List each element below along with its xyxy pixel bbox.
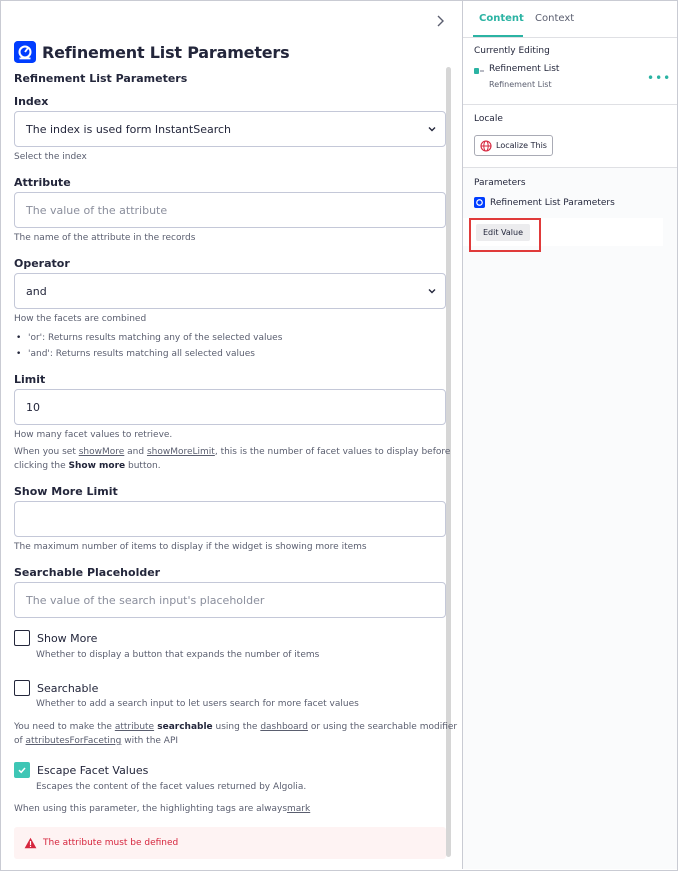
chevron-down-icon <box>428 127 436 132</box>
escape-facet-values-checkbox[interactable] <box>14 762 30 778</box>
collapse-panel-button[interactable] <box>435 15 445 31</box>
searchable-note-text: with the API <box>121 736 179 746</box>
searchable-bold: searchable <box>154 722 213 732</box>
dashboard-link[interactable]: dashboard <box>260 722 308 732</box>
algolia-logo-icon <box>474 197 485 208</box>
searchable-note-text: using the <box>212 722 261 732</box>
limit-help: How many facet values to retrieve. <box>14 430 173 440</box>
show-more-limit-label: Show More Limit <box>14 485 118 498</box>
limit-help-text: clicking the <box>14 461 69 471</box>
operator-select[interactable]: and <box>14 273 446 309</box>
escape-facet-values-checkbox-row[interactable]: Escape Facet Values <box>14 762 148 778</box>
operator-bullet-and: 'and': Returns results matching all sele… <box>16 349 255 359</box>
limit-label: Limit <box>14 373 46 386</box>
show-more-checkbox-row[interactable]: Show More <box>14 630 97 646</box>
searchable-checkbox[interactable] <box>14 680 30 696</box>
sidebar: Content Context Currently Editing Refine… <box>462 1 677 869</box>
more-dots-icon[interactable]: ••• <box>647 71 671 85</box>
escape-note-text: When using this parameter, the highlight… <box>14 804 288 814</box>
page-title: Refinement List Parameters <box>14 41 290 63</box>
searchable-help: Whether to add a search input to let use… <box>36 699 359 709</box>
edit-value-button[interactable]: Edit Value <box>476 224 530 241</box>
escape-facet-values-label: Escape Facet Values <box>37 763 149 777</box>
chevron-right-icon <box>437 15 444 27</box>
searchable-note-text: You need to make the <box>14 722 115 732</box>
operator-help: How the facets are combined <box>14 314 147 324</box>
currently-editing-sub: Refinement List <box>489 80 552 89</box>
searchable-placeholder-label: Searchable Placeholder <box>14 566 161 579</box>
locale-title: Locale <box>474 114 503 124</box>
searchable-label: Searchable <box>37 681 99 695</box>
show-more-label: Show More <box>37 631 98 645</box>
component-icon <box>474 68 484 74</box>
index-select-value: The index is used form InstantSearch <box>26 122 231 136</box>
searchable-checkbox-row[interactable]: Searchable <box>14 680 98 696</box>
attribute-input[interactable]: The value of the attribute <box>14 192 446 228</box>
index-select[interactable]: The index is used form InstantSearch <box>14 111 446 147</box>
show-more-limit-help: The maximum number of items to display i… <box>14 542 367 552</box>
limit-help-detail: When you set showMore and showMoreLimit,… <box>14 447 450 457</box>
escape-note: When using this parameter, the highlight… <box>14 804 310 814</box>
limit-input[interactable]: 10 <box>14 389 446 425</box>
mark-link[interactable]: mark <box>287 804 310 814</box>
searchable-note-text: or using the searchable modifier <box>307 722 458 732</box>
operator-bullet-or: 'or': Returns results matching any of th… <box>16 333 282 343</box>
algolia-logo-icon <box>14 41 36 63</box>
parameters-editor: Refinement List Parameters Refinement Li… <box>1 1 462 869</box>
error-message: The attribute must be defined <box>43 838 179 848</box>
parameters-item[interactable]: Refinement List Parameters <box>474 197 615 208</box>
section-subtitle: Refinement List Parameters <box>14 72 188 85</box>
check-icon <box>18 767 26 774</box>
searchable-placeholder-placeholder: The value of the search input's placehol… <box>26 593 265 607</box>
limit-help-detail-line2: clicking the Show more button. <box>14 461 161 471</box>
globe-icon <box>480 139 492 152</box>
tab-context[interactable]: Context <box>535 13 574 24</box>
attribute-label: Attribute <box>14 176 71 189</box>
page-title-text: Refinement List Parameters <box>42 42 290 62</box>
sidebar-tabs: Content Context <box>463 1 677 38</box>
limit-help-text: and <box>124 447 147 457</box>
tab-content[interactable]: Content <box>479 13 524 24</box>
operator-label: Operator <box>14 257 70 270</box>
warning-icon <box>24 837 37 849</box>
operator-select-value: and <box>26 284 47 298</box>
index-help: Select the index <box>14 152 87 162</box>
parameters-item-label: Refinement List Parameters <box>490 197 615 208</box>
limit-help-text: , this is the number of facet values to … <box>214 447 451 457</box>
currently-editing-title: Currently Editing <box>474 46 550 56</box>
searchable-note: You need to make the attribute searchabl… <box>14 722 457 732</box>
searchable-placeholder-input[interactable]: The value of the search input's placehol… <box>14 582 446 618</box>
show-more-limit-input[interactable] <box>14 501 446 537</box>
attribute-link[interactable]: attribute <box>115 722 154 732</box>
attributes-for-faceting-link[interactable]: attributesForFaceting <box>26 736 122 746</box>
active-tab-indicator <box>473 35 523 37</box>
parameters-title: Parameters <box>474 178 526 188</box>
limit-help-text: button. <box>125 461 161 471</box>
currently-editing-name[interactable]: Refinement List <box>489 64 559 74</box>
error-banner: The attribute must be defined <box>14 827 446 859</box>
showmorelimit-link[interactable]: showMoreLimit <box>147 447 215 457</box>
searchable-note-line2: of attributesForFaceting with the API <box>14 736 178 746</box>
limit-value: 10 <box>26 400 40 414</box>
localize-this-label: Localize This <box>496 141 547 150</box>
show-more-checkbox[interactable] <box>14 630 30 646</box>
escape-facet-values-help: Escapes the content of the facet values … <box>36 782 307 792</box>
attribute-help: The name of the attribute in the records <box>14 233 196 243</box>
index-label: Index <box>14 95 49 108</box>
localize-this-button[interactable]: Localize This <box>474 135 553 156</box>
show-more-bold: Show more <box>68 461 126 471</box>
chevron-down-icon <box>428 289 436 294</box>
showmore-link[interactable]: showMore <box>79 447 125 457</box>
limit-help-text: When you set <box>14 447 79 457</box>
scrollbar[interactable] <box>446 67 451 857</box>
show-more-help: Whether to display a button that expands… <box>36 650 320 660</box>
attribute-placeholder: The value of the attribute <box>26 203 168 217</box>
searchable-note-text: of <box>14 736 26 746</box>
